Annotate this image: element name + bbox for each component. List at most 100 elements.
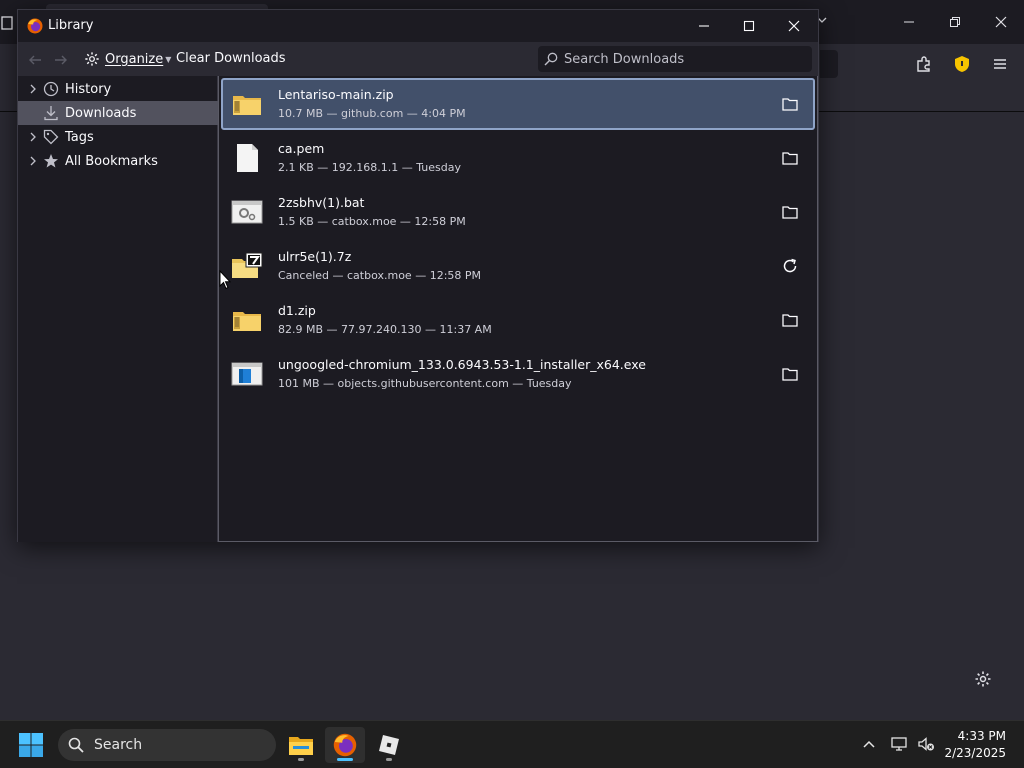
library-sidebar: History Downloads Tags All Bookmarks <box>18 76 218 542</box>
folder-icon <box>782 314 798 327</box>
back-button[interactable] <box>24 50 46 70</box>
network-icon <box>891 737 907 751</box>
puzzle-icon <box>917 56 930 72</box>
download-filename: 2zsbhv(1).bat <box>278 195 365 210</box>
arrow-left-icon <box>29 55 41 65</box>
retry-button[interactable] <box>779 255 801 277</box>
batch-file-icon <box>231 200 263 224</box>
folder-icon <box>782 206 798 219</box>
tag-icon <box>42 128 60 146</box>
settings-button[interactable] <box>970 666 996 692</box>
minimize-icon <box>904 21 914 23</box>
zip-folder-icon <box>233 312 261 331</box>
shield-icon <box>955 56 969 72</box>
forward-button[interactable] <box>50 50 72 70</box>
download-status: 1.5 KB — catbox.moe — 12:58 PM <box>278 215 466 228</box>
folder-icon <box>782 152 798 165</box>
gear-icon <box>85 52 99 66</box>
sidebar-item-all-bookmarks[interactable]: All Bookmarks <box>18 149 218 173</box>
roblox-icon <box>379 735 399 755</box>
taskbar: Search 4:33 PM 2/23/2025 <box>0 720 1024 768</box>
chevron-right-icon[interactable] <box>26 84 40 94</box>
arrow-right-icon <box>55 55 67 65</box>
volume-button[interactable] <box>915 733 937 755</box>
close-button[interactable] <box>986 8 1016 36</box>
organize-button[interactable]: Organize ▼ <box>84 48 171 70</box>
library-minimize-button[interactable] <box>682 12 726 40</box>
chevron-right-icon[interactable] <box>26 132 40 142</box>
chevron-up-icon <box>863 740 875 748</box>
sidebar-item-label: Tags <box>65 129 94 145</box>
file-icon <box>237 144 258 172</box>
firefox-icon <box>333 733 357 757</box>
library-close-button[interactable] <box>772 12 816 40</box>
sidebar-item-label: History <box>65 81 112 97</box>
mouse-cursor-icon <box>219 270 231 290</box>
open-folder-button[interactable] <box>779 147 801 169</box>
chevron-down-icon: ▼ <box>165 54 172 64</box>
taskbar-search[interactable]: Search <box>58 729 276 761</box>
download-item[interactable]: ulrr5e(1).7z Canceled — catbox.moe — 12:… <box>221 240 815 292</box>
retry-icon <box>783 258 797 273</box>
download-status: 10.7 MB — github.com — 4:04 PM <box>278 107 466 120</box>
search-box[interactable] <box>538 46 812 72</box>
open-folder-button[interactable] <box>779 363 801 385</box>
open-folder-button[interactable] <box>779 93 801 115</box>
download-item[interactable]: d1.zip 82.9 MB — 77.97.240.130 — 11:37 A… <box>221 294 815 346</box>
download-status: 101 MB — objects.githubusercontent.com —… <box>278 377 572 390</box>
open-folder-button[interactable] <box>779 201 801 223</box>
file-explorer-icon <box>289 737 313 755</box>
star-icon <box>42 152 60 170</box>
active-indicator <box>337 758 353 761</box>
download-filename: Lentariso-main.zip <box>278 87 394 102</box>
download-item[interactable]: ungoogled-chromium_133.0.6943.53-1.1_ins… <box>221 348 815 400</box>
installer-icon <box>231 362 263 386</box>
download-filename: ulrr5e(1).7z <box>278 249 352 264</box>
folder-icon <box>782 368 798 381</box>
minimize-icon <box>699 25 709 27</box>
library-toolbar: Organize ▼ Clear Downloads <box>18 42 818 76</box>
search-input[interactable] <box>564 51 794 67</box>
library-maximize-button[interactable] <box>727 12 771 40</box>
sidebar-item-tags[interactable]: Tags <box>18 125 218 149</box>
download-filename: ca.pem <box>278 141 325 156</box>
download-item[interactable]: Lentariso-main.zip 10.7 MB — github.com … <box>221 78 815 130</box>
windows-start-icon[interactable] <box>18 732 44 758</box>
close-icon <box>995 16 1007 28</box>
clock-time: 4:33 PM <box>957 729 1006 743</box>
download-item[interactable]: 2zsbhv(1).bat 1.5 KB — catbox.moe — 12:5… <box>221 186 815 238</box>
sidebar-item-downloads[interactable]: Downloads <box>18 101 218 125</box>
sidebar-item-history[interactable]: History <box>18 77 218 101</box>
library-window: Library Organize ▼ Clear Downloads Searc… <box>17 9 819 542</box>
extensions-button[interactable] <box>912 52 936 76</box>
download-item[interactable]: ca.pem 2.1 KB — 192.168.1.1 — Tuesday <box>221 132 815 184</box>
hamburger-icon <box>994 59 1006 69</box>
taskbar-app-firefox[interactable] <box>325 727 365 763</box>
zip-folder-icon <box>233 96 261 115</box>
clear-downloads-button[interactable]: Clear Downloads <box>176 48 286 70</box>
library-title: Library <box>48 18 94 33</box>
folder-icon <box>782 98 798 111</box>
taskbar-app-roblox[interactable] <box>369 727 409 763</box>
close-icon <box>788 20 800 32</box>
maximize-icon <box>743 20 755 32</box>
restore-button[interactable] <box>940 8 970 36</box>
url-bar[interactable] <box>820 50 838 78</box>
clock-icon <box>42 80 60 98</box>
chevron-right-icon[interactable] <box>26 156 40 166</box>
minimize-button[interactable] <box>894 8 924 36</box>
ublock-button[interactable] <box>950 52 974 76</box>
download-status: 2.1 KB — 192.168.1.1 — Tuesday <box>278 161 461 174</box>
running-indicator <box>386 758 392 761</box>
search-icon <box>68 737 84 753</box>
open-folder-button[interactable] <box>779 309 801 331</box>
search-icon <box>544 52 558 66</box>
show-hidden-icons-button[interactable] <box>858 733 880 755</box>
download-status: Canceled — catbox.moe — 12:58 PM <box>278 269 482 282</box>
menu-button[interactable] <box>988 52 1012 76</box>
download-filename: ungoogled-chromium_133.0.6943.53-1.1_ins… <box>278 357 646 372</box>
network-button[interactable] <box>889 733 911 755</box>
taskbar-app-file-explorer[interactable] <box>281 727 321 763</box>
firefox-logo-icon <box>27 18 43 34</box>
taskbar-clock[interactable]: 4:33 PM 2/23/2025 <box>944 728 1006 762</box>
